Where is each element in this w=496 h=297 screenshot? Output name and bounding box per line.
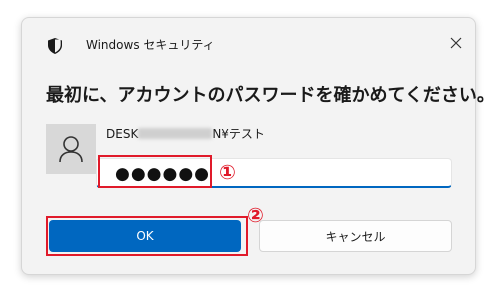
close-icon: [450, 37, 462, 49]
cancel-button-label: キャンセル: [325, 229, 386, 244]
shield-icon: [48, 38, 62, 54]
dialog-heading: 最初に、アカウントのパスワードを確かめてください。: [46, 85, 495, 106]
account-name: DESK N¥テスト: [106, 127, 265, 141]
ok-highlight: [46, 216, 248, 256]
avatar: [46, 124, 96, 174]
password-highlight: [98, 155, 212, 188]
window-title: Windows セキュリティ: [86, 38, 215, 52]
user-icon: [59, 136, 83, 163]
security-dialog: Windows セキュリティ 最初に、アカウントのパスワードを確かめてください。…: [21, 17, 495, 275]
account-name-prefix: DESK: [106, 127, 139, 141]
redacted-region: [138, 128, 213, 139]
account-name-suffix: N¥テスト: [212, 127, 265, 141]
close-button[interactable]: [445, 32, 467, 54]
annotation-marker-1: ①: [219, 160, 236, 184]
cancel-button[interactable]: キャンセル: [259, 220, 452, 252]
